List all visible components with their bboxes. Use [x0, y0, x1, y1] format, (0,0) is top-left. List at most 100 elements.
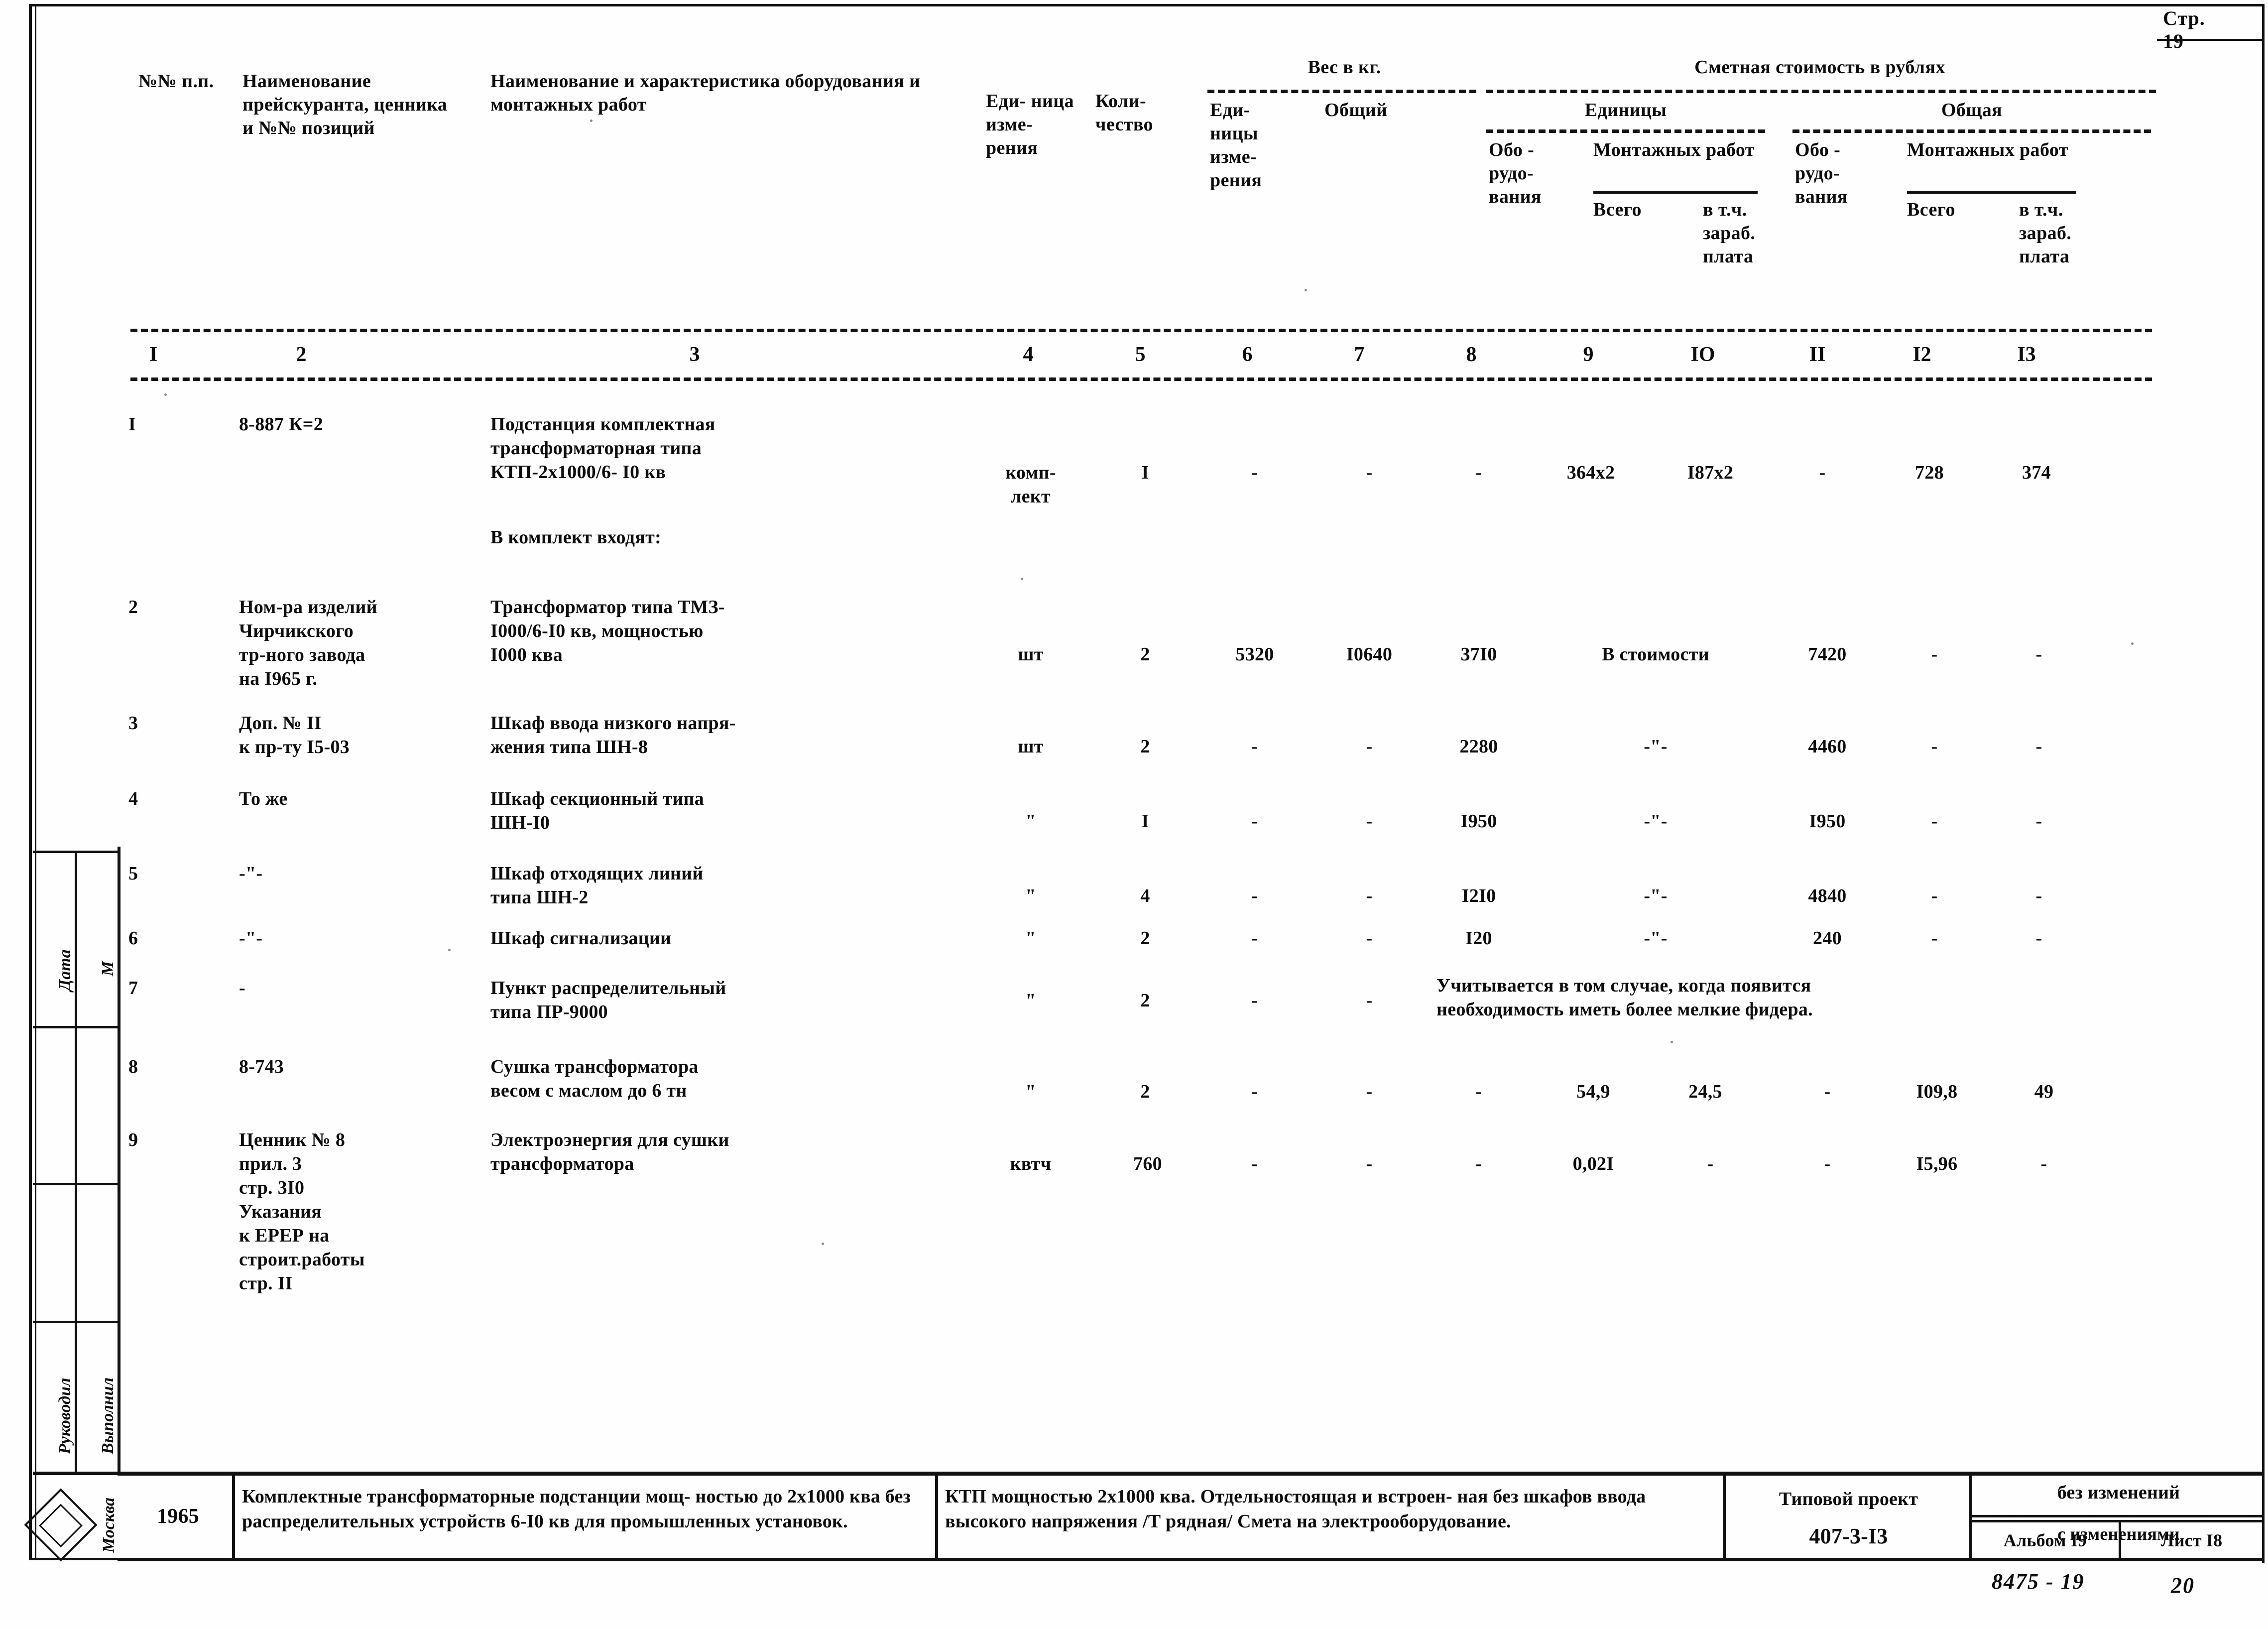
row-3-ref: Ном-ра изделий Чирчикского тр-ного завод…: [239, 597, 377, 689]
frame-top-border: [29, 4, 2265, 6]
stamp-sheet: Лист I8: [2160, 1530, 2223, 1550]
row-8-unit: ": [1025, 990, 1036, 1011]
row-6-ref: -"-: [239, 863, 263, 884]
row-7-unit-equip: I20: [1465, 928, 1492, 949]
colnum-9: 9: [1583, 343, 1594, 366]
stamp-project-label: Типовой проект: [1779, 1489, 1918, 1509]
row-5-total-equip: I950: [1809, 811, 1846, 832]
stamp-no-changes: без изменений: [2057, 1482, 2180, 1503]
row-9-unit: ": [1025, 1081, 1036, 1102]
margin-label-executed: Выполнил: [99, 1377, 117, 1454]
cost-group-rule: [1486, 90, 2156, 93]
row-9-unit-equip: -: [1475, 1081, 1482, 1102]
header-col-2: Наименование прейскуранта, ценника и №№ …: [242, 71, 448, 138]
row-7-weight-unit: -: [1251, 928, 1258, 949]
page-number: 19: [2163, 30, 2184, 52]
weight-group-rule: [1207, 90, 1476, 93]
row-4-unit-mont-note: -"-: [1644, 736, 1668, 757]
row-1-unit-mont-wage: I87х2: [1687, 462, 1734, 483]
row-1-total-equip: -: [1819, 462, 1826, 483]
colnum-bottom-rule: [130, 377, 2152, 381]
margin-label-date: Дата: [56, 949, 74, 991]
row-5-total-mont-total: -: [1931, 811, 1938, 832]
colnum-6: 6: [1242, 343, 1253, 366]
mont-total-underline: [1907, 191, 2076, 194]
row-7-qty: 2: [1140, 928, 1150, 949]
row-4-qty: 2: [1140, 736, 1150, 757]
header-total-group: Общая: [1941, 100, 2003, 121]
row-1-total-mont-total: 728: [1915, 462, 1944, 483]
row-9-unit-mont-total: 54,9: [1576, 1081, 1610, 1102]
row-1-weight-unit: -: [1251, 462, 1258, 483]
row-6-total-equip: 4840: [1808, 885, 1847, 906]
colnum-13: I3: [2017, 343, 2036, 366]
row-10-unit: квтч: [1010, 1153, 1052, 1174]
row-4-name: Шкаф ввода низкого напря- жения типа ШН-…: [490, 713, 736, 757]
margin-label-city: Москва: [100, 1497, 118, 1553]
row-1-unit-mont-total: 364х2: [1566, 462, 1615, 483]
colnum-8: 8: [1466, 343, 1477, 366]
row-10-name: Электроэнергия для сушки трансформатора: [490, 1129, 729, 1174]
row-5-ref: То же: [239, 788, 288, 809]
row-6-total-mont-total: -: [1931, 885, 1938, 906]
row-10-unit-equip: -: [1475, 1153, 1482, 1174]
row-1-name: Подстанция комплектная трансформаторная …: [490, 414, 716, 483]
row-2-name: В комплект входят:: [490, 527, 662, 548]
colnum-10: IO: [1690, 343, 1715, 366]
colnum-11: II: [1809, 343, 1826, 366]
row-4-no: 3: [128, 713, 138, 734]
row-6-unit: ": [1025, 885, 1036, 906]
header-col-9: Всего: [1593, 199, 1642, 220]
row-9-total-mont-total: I09,8: [1916, 1081, 1958, 1102]
row-8-no: 7: [128, 978, 138, 999]
row-10-total-mont-wage: -: [2040, 1153, 2047, 1174]
header-cost-group: Сметная стоимость в рублях: [1694, 57, 1945, 78]
row-9-ref: 8-743: [239, 1056, 284, 1077]
stamp-top-line: [118, 1472, 2264, 1476]
row-9-unit-mont-wage: 24,5: [1688, 1081, 1722, 1102]
header-col-13: в т.ч. зараб. плата: [2019, 199, 2072, 267]
stamp-subject: КТП мощностью 2х1000 ква. Отдельностояща…: [945, 1486, 1646, 1532]
unit-group-rule: [1486, 129, 1765, 133]
row-3-total-mont-wage: -: [2035, 644, 2042, 665]
row-8-name: Пункт распределительный типа ПР-9000: [490, 978, 726, 1022]
colnum-7: 7: [1354, 343, 1365, 366]
row-1-ref: 8-887 К=2: [239, 414, 324, 435]
row-4-total-mont-total: -: [1931, 736, 1938, 757]
row-3-no: 2: [128, 597, 138, 618]
row-3-unit: шт: [1018, 644, 1044, 665]
row-6-unit-mont-note: -"-: [1644, 885, 1668, 906]
colnum-5: 5: [1135, 343, 1146, 366]
row-4-total-equip: 4460: [1808, 736, 1847, 757]
row-7-name: Шкаф сигнализации: [490, 928, 672, 949]
row-9-weight-total: -: [1366, 1081, 1373, 1102]
stamp-changes-dashed: [1972, 1515, 2263, 1517]
row-9-qty: 2: [1140, 1081, 1150, 1102]
row-6-qty: 4: [1140, 885, 1150, 906]
header-col-9-10-group: Монтажных работ: [1593, 139, 1755, 160]
row-10-weight-unit: -: [1251, 1153, 1258, 1174]
row-10-qty: 760: [1133, 1153, 1162, 1174]
header-col-1: №№ п.п.: [138, 71, 214, 92]
row-1-total-mont-wage: 374: [2022, 462, 2051, 483]
row-7-unit-mont-note: -"-: [1644, 928, 1668, 949]
row-7-total-equip: 240: [1813, 928, 1842, 949]
row-5-total-mont-wage: -: [2035, 811, 2042, 832]
stamp-album: Альбом I9: [2003, 1530, 2087, 1550]
header-col-12-13-group: Монтажных работ: [1907, 139, 2068, 160]
margin-right-divider: [118, 847, 120, 1475]
row-8-weight-total: -: [1366, 990, 1373, 1011]
stamp-description: Комплектные трансформаторные подстанции …: [242, 1486, 911, 1532]
row-4-weight-unit: -: [1251, 736, 1258, 757]
row-5-name: Шкаф секционный типа ШН-I0: [490, 788, 705, 833]
margin-col-divider: [75, 851, 77, 1473]
frame-left-inner-border: [35, 4, 36, 1558]
row-7-weight-total: -: [1366, 928, 1373, 949]
row-4-weight-total: -: [1366, 736, 1373, 757]
colnum-2: 2: [296, 343, 307, 366]
row-4-ref: Доп. № II к пр-ту I5-03: [239, 713, 350, 757]
row-3-weight-total: I0640: [1346, 644, 1393, 665]
row-3-unit-mont-note: В стоимости: [1602, 644, 1709, 665]
header-col-6: Еди- ницы изме- рения: [1210, 100, 1262, 191]
handwritten-page: 20: [2171, 1573, 2195, 1598]
